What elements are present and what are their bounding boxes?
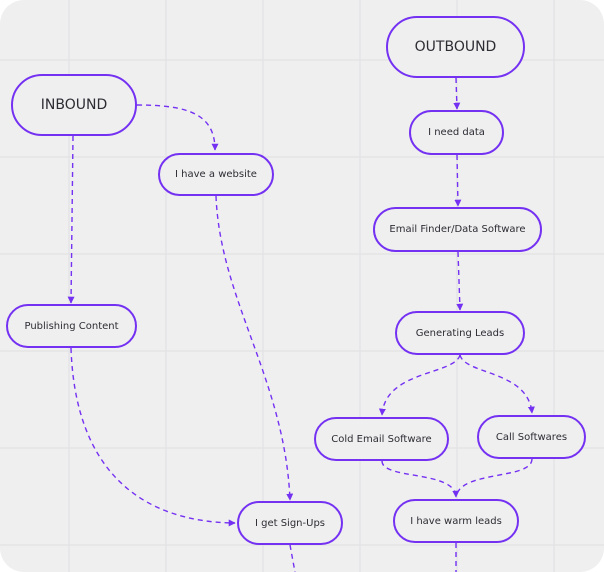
edge-call-warm [455, 458, 533, 498]
edge-outbound-needdata [453, 77, 461, 110]
node-call-softwares[interactable]: Call Softwares [477, 415, 586, 459]
node-i-have-a-website[interactable]: I have a website [158, 153, 274, 196]
node-outbound[interactable]: OUTBOUND [386, 16, 525, 78]
node-cold-email-software[interactable]: Cold Email Software [314, 417, 449, 461]
edge-generating-call [459, 354, 535, 414]
edge-inbound-website [136, 104, 219, 151]
edge-finder-generating [456, 251, 464, 311]
node-email-finder-data-software[interactable]: Email Finder/Data Software [373, 207, 542, 252]
edge-needdata-finder [454, 154, 462, 207]
edge-publishing-signups [70, 347, 236, 527]
node-publishing-content[interactable]: Publishing Content [6, 304, 137, 348]
edge-generating-cold [378, 354, 461, 416]
node-inbound[interactable]: INBOUND [11, 74, 137, 136]
edge-website-signups [215, 195, 294, 501]
flowchart-canvas[interactable]: INBOUND OUTBOUND I have a website I need… [0, 0, 604, 572]
node-i-need-data[interactable]: I need data [409, 110, 504, 155]
edge-cold-warm [381, 460, 460, 498]
edge-inbound-publishing [67, 135, 75, 304]
node-generating-leads[interactable]: Generating Leads [395, 311, 525, 355]
node-i-have-warm-leads[interactable]: I have warm leads [393, 499, 519, 543]
edge-signups-down [289, 544, 296, 572]
node-i-get-sign-ups[interactable]: I get Sign-Ups [237, 501, 343, 545]
